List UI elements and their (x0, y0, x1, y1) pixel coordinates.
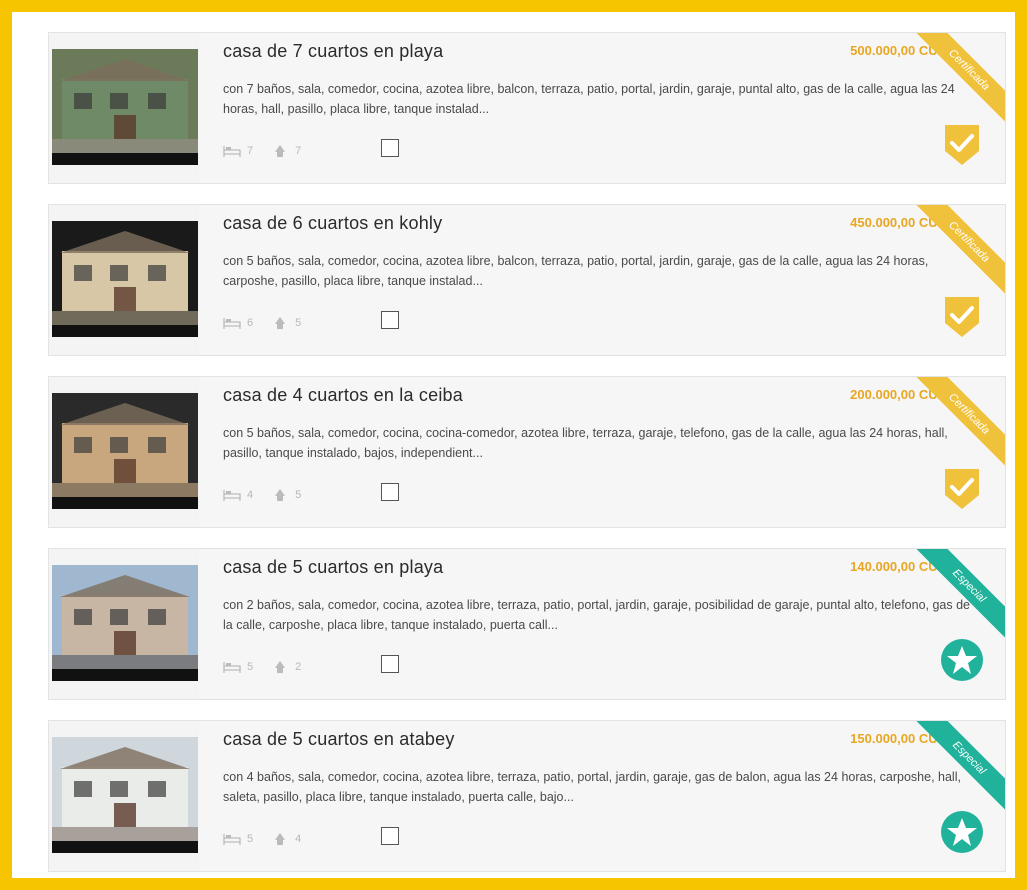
compare-checkbox[interactable] (381, 827, 399, 845)
check-shield-icon (939, 293, 985, 339)
listing-description: con 2 baños, sala, comedor, cocina, azot… (223, 598, 970, 632)
listing-body: casa de 5 cuartos en playa 140.000,00 CU… (199, 549, 1005, 699)
listing-photo[interactable] (52, 393, 198, 509)
bath-icon (271, 488, 289, 502)
compare-checkbox[interactable] (381, 311, 399, 329)
bath-icon (271, 832, 289, 846)
listing-ribbon: Especial (904, 721, 1005, 823)
listing-body: casa de 5 cuartos en atabey 150.000,00 C… (199, 721, 1005, 871)
rooms-count: 4 (247, 489, 254, 501)
bed-icon (223, 660, 241, 674)
compare-checkbox[interactable] (381, 655, 399, 673)
baths-count: 7 (295, 145, 302, 157)
listing-title[interactable]: casa de 6 cuartos en kohly (223, 213, 442, 234)
baths-count: 2 (295, 661, 302, 673)
listing-meta: 6 5 (223, 313, 319, 333)
listing-meta: 7 7 (223, 141, 319, 161)
compare-checkbox[interactable] (381, 483, 399, 501)
rooms-count: 6 (247, 317, 254, 329)
bath-icon (271, 144, 289, 158)
listing-meta: 4 5 (223, 485, 319, 505)
listing-title[interactable]: casa de 7 cuartos en playa (223, 41, 443, 62)
listing-card[interactable]: casa de 5 cuartos en atabey 150.000,00 C… (48, 720, 1006, 872)
bath-icon (271, 660, 289, 674)
listing-ribbon: Especial (904, 549, 1005, 651)
baths-count: 5 (295, 317, 302, 329)
bed-icon (223, 316, 241, 330)
listing-description: con 5 baños, sala, comedor, cocina, azot… (223, 254, 929, 288)
listing-card[interactable]: casa de 5 cuartos en playa 140.000,00 CU… (48, 548, 1006, 700)
listing-body: casa de 6 cuartos en kohly 450.000,00 CU… (199, 205, 1005, 355)
page-frame: casa de 7 cuartos en playa 500.000,00 CU… (0, 0, 1027, 890)
rooms-count: 5 (247, 833, 254, 845)
bed-icon (223, 488, 241, 502)
listing-body: casa de 7 cuartos en playa 500.000,00 CU… (199, 33, 1005, 183)
bed-icon (223, 832, 241, 846)
listing-photo[interactable] (52, 49, 198, 165)
listing-meta: 5 4 (223, 829, 319, 849)
star-circle-icon (939, 637, 985, 683)
check-shield-icon (939, 121, 985, 167)
bath-icon (271, 316, 289, 330)
listing-description: con 4 baños, sala, comedor, cocina, azot… (223, 770, 961, 804)
check-shield-icon (939, 465, 985, 511)
listing-meta: 5 2 (223, 657, 319, 677)
listing-card[interactable]: casa de 4 cuartos en la ceiba 200.000,00… (48, 376, 1006, 528)
baths-count: 5 (295, 489, 302, 501)
compare-checkbox[interactable] (381, 139, 399, 157)
listing-photo[interactable] (52, 737, 198, 853)
listing-photo[interactable] (52, 565, 198, 681)
listing-card[interactable]: casa de 7 cuartos en playa 500.000,00 CU… (48, 32, 1006, 184)
listing-title[interactable]: casa de 5 cuartos en atabey (223, 729, 455, 750)
listing-description: con 5 baños, sala, comedor, cocina, coci… (223, 426, 948, 460)
rooms-count: 7 (247, 145, 254, 157)
listing-photo[interactable] (52, 221, 198, 337)
star-circle-icon (939, 809, 985, 855)
listing-body: casa de 4 cuartos en la ceiba 200.000,00… (199, 377, 1005, 527)
listing-description: con 7 baños, sala, comedor, cocina, azot… (223, 82, 955, 116)
listing-card[interactable]: casa de 6 cuartos en kohly 450.000,00 CU… (48, 204, 1006, 356)
listing-ribbon: Certificada (904, 205, 1005, 307)
rooms-count: 5 (247, 661, 254, 673)
listing-title[interactable]: casa de 5 cuartos en playa (223, 557, 443, 578)
listing-ribbon: Certificada (904, 377, 1005, 479)
bed-icon (223, 144, 241, 158)
listing-title[interactable]: casa de 4 cuartos en la ceiba (223, 385, 463, 406)
listing-ribbon: Certificada (904, 33, 1005, 135)
baths-count: 4 (295, 833, 302, 845)
